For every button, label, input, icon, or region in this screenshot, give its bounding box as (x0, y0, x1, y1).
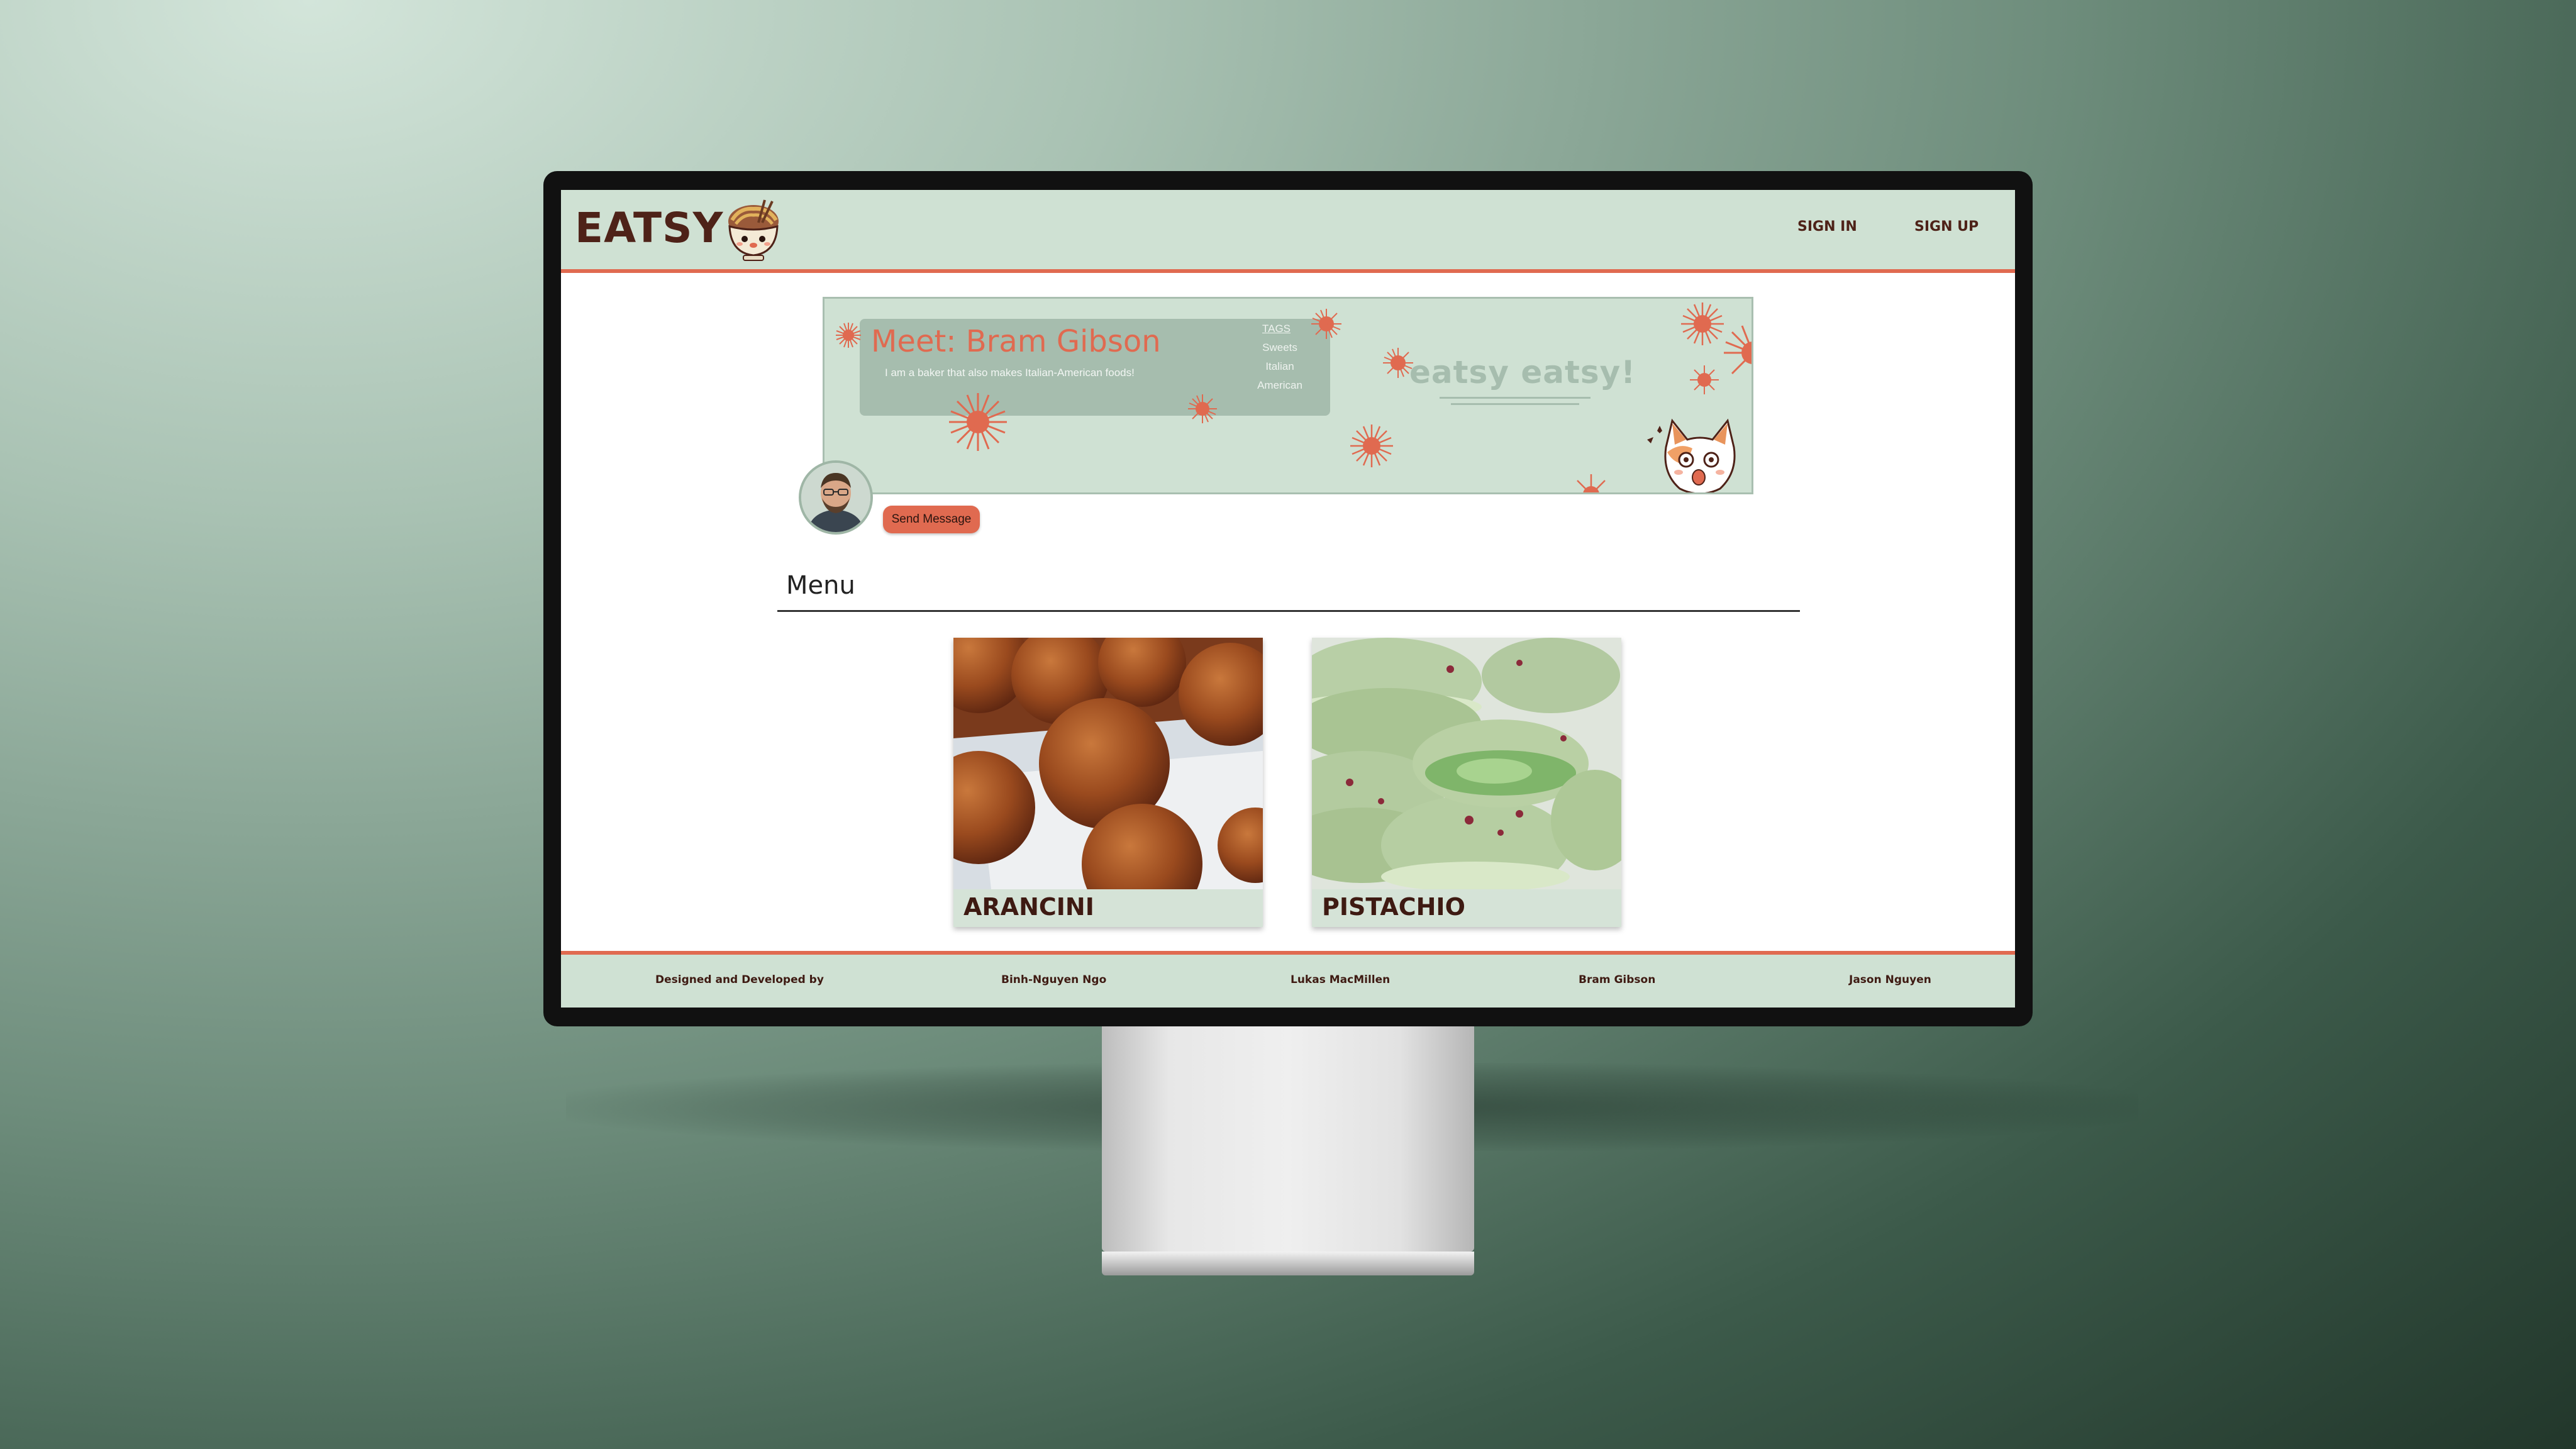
sunburst-decoration-icon (1724, 325, 1752, 375)
footer-developer: Jason Nguyen (1849, 974, 1931, 986)
site-logo-text[interactable]: EATSY (575, 204, 723, 252)
sunburst-decoration-icon (949, 393, 1007, 451)
footer-developer: Binh-Nguyen Ngo (1001, 974, 1107, 986)
profile-avatar[interactable] (799, 460, 873, 535)
sunburst-decoration-icon (836, 323, 861, 348)
menu-card-pistachio[interactable]: PISTACHIO (1312, 638, 1621, 927)
tags-heading: TAGS (1262, 323, 1291, 335)
monitor-stand-base (1102, 1252, 1474, 1275)
menu-item-name: ARANCINI (963, 893, 1094, 921)
sunburst-decoration-icon (1383, 348, 1413, 378)
sign-up-link[interactable]: SIGN UP (1914, 219, 1979, 235)
noodle-bowl-mascot-icon (728, 199, 779, 261)
sunburst-decoration-icon (1188, 394, 1217, 423)
sunburst-decoration-icon (1350, 425, 1393, 467)
arancini-photo (953, 638, 1263, 889)
site-header: EATSY SIGN IN SIGN UP (561, 190, 2015, 273)
sunburst-decoration-icon (1577, 474, 1606, 492)
banner-brand-text: eatsy eatsy! (1409, 354, 1636, 391)
arancini-image-icon (953, 638, 1263, 889)
chef-portrait-icon (801, 463, 870, 532)
sunburst-decoration-icon (1681, 303, 1724, 345)
screen: EATSY SIGN IN SIGN UP Meet: Bram Gibson … (561, 190, 2015, 1008)
sunburst-decoration-icon (1690, 365, 1719, 394)
profile-name: Meet: Bram Gibson (871, 324, 1161, 359)
sign-in-link[interactable]: SIGN IN (1797, 219, 1857, 235)
banner-underline (1451, 403, 1579, 405)
tag-item: Italian (1265, 360, 1294, 372)
footer-developer: Bram Gibson (1579, 974, 1656, 986)
cat-mascot-icon (1647, 418, 1736, 492)
tag-item: Sweets (1262, 341, 1297, 353)
footer-developer: Lukas MacMillen (1291, 974, 1391, 986)
monitor-stand (1102, 1025, 1474, 1252)
profile-info-card: Meet: Bram Gibson I am a baker that also… (860, 319, 1330, 416)
profile-banner: Meet: Bram Gibson I am a baker that also… (823, 297, 1753, 494)
banner-underline (1440, 397, 1591, 399)
menu-divider (777, 610, 1800, 612)
menu-heading: Menu (786, 571, 855, 600)
site-footer: Designed and Developed by Binh-Nguyen Ng… (561, 951, 2015, 1008)
menu-item-name: PISTACHIO (1322, 893, 1465, 921)
sunburst-decoration-icon (1311, 309, 1341, 339)
tag-item: American (1257, 379, 1302, 391)
footer-credit: Designed and Developed by (655, 974, 824, 986)
pistachio-macaron-image-icon (1312, 638, 1621, 889)
menu-card-arancini[interactable]: ARANCINI (953, 638, 1263, 927)
send-message-button[interactable]: Send Message (883, 506, 980, 533)
monitor-frame: EATSY SIGN IN SIGN UP Meet: Bram Gibson … (543, 171, 2033, 1026)
profile-bio: I am a baker that also makes Italian-Ame… (885, 367, 1135, 379)
pistachio-photo (1312, 638, 1621, 889)
